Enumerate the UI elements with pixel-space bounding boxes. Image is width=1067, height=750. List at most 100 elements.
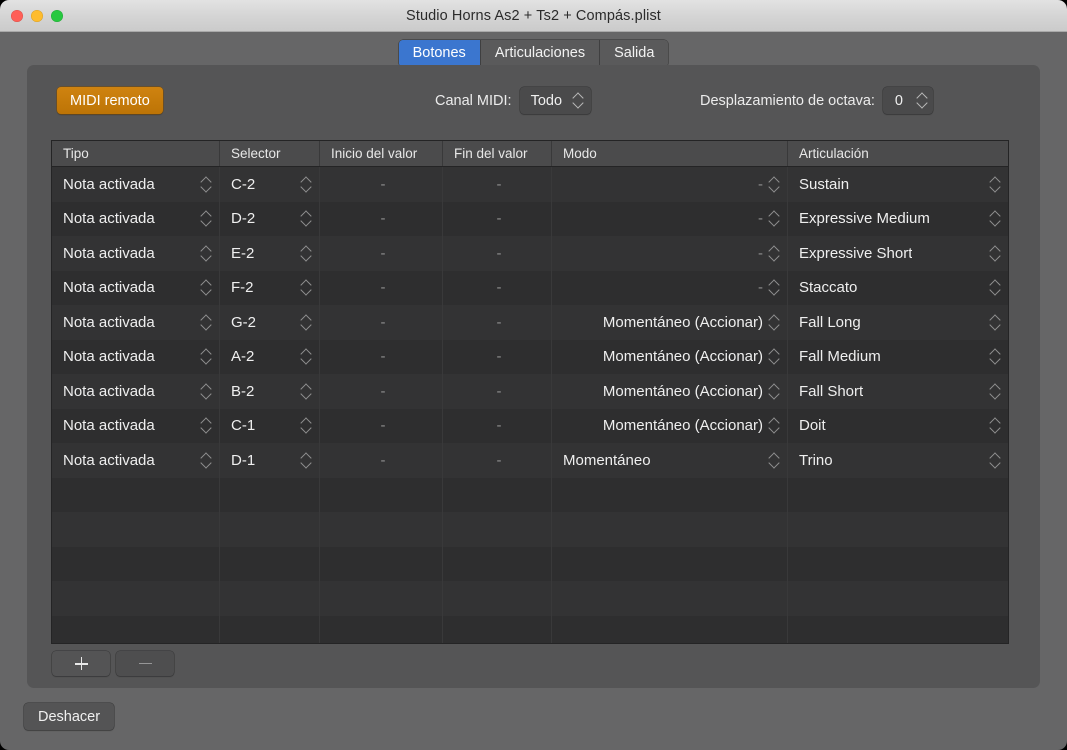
cell-inicio[interactable]: -: [320, 305, 443, 340]
midi-remote-button[interactable]: MIDI remoto: [57, 87, 163, 114]
chevron-updown-icon[interactable]: [990, 210, 1001, 227]
cell-fin[interactable]: -: [443, 305, 552, 340]
column-header-inicio-del-valor[interactable]: Inicio del valor: [320, 141, 443, 166]
cell-modo[interactable]: Momentáneo: [552, 443, 788, 478]
table-row[interactable]: Nota activada C-2 - - - Sustain: [52, 167, 1008, 202]
table-row[interactable]: Nota activada B-2 - - Momentáneo (Accionar) F…: [52, 374, 1008, 409]
chevron-updown-icon[interactable]: [769, 176, 780, 193]
chevron-updown-icon[interactable]: [990, 383, 1001, 400]
chevron-updown-icon[interactable]: [990, 279, 1001, 296]
cell-modo[interactable]: -: [552, 167, 788, 202]
cell-tipo[interactable]: Nota activada: [52, 408, 220, 443]
cell-inicio[interactable]: -: [320, 374, 443, 409]
chevron-updown-icon[interactable]: [301, 348, 312, 365]
column-header-articulacion[interactable]: Articulación: [788, 141, 1008, 166]
chevron-updown-icon[interactable]: [769, 452, 780, 469]
cell-fin[interactable]: -: [443, 443, 552, 478]
chevron-updown-icon[interactable]: [990, 176, 1001, 193]
chevron-updown-icon[interactable]: [201, 245, 212, 262]
cell-inicio[interactable]: -: [320, 236, 443, 271]
column-header-selector[interactable]: Selector: [220, 141, 320, 166]
column-header-tipo[interactable]: Tipo: [52, 141, 220, 166]
cell-tipo[interactable]: Nota activada: [52, 201, 220, 236]
table-row[interactable]: Nota activada F-2 - - - Staccato: [52, 270, 1008, 306]
cell-tipo[interactable]: Nota activada: [52, 305, 220, 340]
tab-articulaciones[interactable]: Articulaciones: [480, 39, 601, 67]
cell-articulacion[interactable]: Staccato: [788, 271, 1008, 306]
cell-articulacion[interactable]: Fall Medium: [788, 340, 1008, 375]
chevron-updown-icon[interactable]: [769, 210, 780, 227]
cell-selector[interactable]: F-2: [220, 270, 320, 305]
chevron-updown-icon[interactable]: [301, 279, 312, 296]
chevron-updown-icon[interactable]: [201, 452, 212, 469]
cell-fin[interactable]: -: [443, 270, 552, 305]
cell-modo[interactable]: -: [552, 270, 788, 305]
cell-tipo[interactable]: Nota activada: [52, 167, 220, 202]
cell-fin[interactable]: -: [443, 339, 552, 374]
midi-channel-select[interactable]: Todo: [519, 87, 592, 114]
close-button[interactable]: [11, 10, 23, 22]
chevron-updown-icon[interactable]: [769, 348, 780, 365]
cell-modo[interactable]: Momentáneo (Accionar): [552, 305, 788, 340]
cell-inicio[interactable]: -: [320, 201, 443, 236]
minimize-button[interactable]: [31, 10, 43, 22]
chevron-updown-icon[interactable]: [201, 279, 212, 296]
tab-salida[interactable]: Salida: [600, 39, 669, 67]
cell-tipo[interactable]: Nota activada: [52, 443, 220, 478]
cell-tipo[interactable]: Nota activada: [52, 236, 220, 271]
cell-fin[interactable]: -: [443, 236, 552, 271]
table-row[interactable]: Nota activada D-1 - - Momentáneo Trino: [52, 443, 1008, 478]
chevron-updown-icon[interactable]: [301, 210, 312, 227]
table-row-empty[interactable]: [52, 581, 1008, 616]
cell-articulacion[interactable]: Trino: [788, 443, 1008, 478]
chevron-updown-icon[interactable]: [301, 417, 312, 434]
chevron-updown-icon[interactable]: [201, 383, 212, 400]
column-header-modo[interactable]: Modo: [552, 141, 788, 166]
cell-tipo[interactable]: Nota activada: [52, 270, 220, 305]
cell-modo[interactable]: -: [552, 236, 788, 271]
cell-modo[interactable]: Momentáneo (Accionar): [552, 374, 788, 409]
cell-articulacion[interactable]: Fall Short: [788, 374, 1008, 409]
table-row-empty[interactable]: [52, 512, 1008, 547]
cell-articulacion[interactable]: Sustain: [788, 167, 1008, 202]
chevron-updown-icon[interactable]: [301, 314, 312, 331]
cell-inicio[interactable]: -: [320, 443, 443, 478]
cell-tipo[interactable]: Nota activada: [52, 374, 220, 409]
chevron-updown-icon[interactable]: [201, 348, 212, 365]
chevron-updown-icon[interactable]: [769, 417, 780, 434]
chevron-updown-icon[interactable]: [301, 383, 312, 400]
chevron-updown-icon[interactable]: [769, 383, 780, 400]
chevron-updown-icon[interactable]: [301, 452, 312, 469]
chevron-updown-icon[interactable]: [201, 176, 212, 193]
cell-articulacion[interactable]: Expressive Medium: [788, 202, 1008, 237]
table-row-empty[interactable]: [52, 546, 1008, 581]
chevron-updown-icon[interactable]: [301, 176, 312, 193]
cell-modo[interactable]: Momentáneo (Accionar): [552, 339, 788, 374]
cell-tipo[interactable]: Nota activada: [52, 339, 220, 374]
cell-inicio[interactable]: -: [320, 270, 443, 305]
tab-botones[interactable]: Botones: [398, 39, 481, 67]
cell-selector[interactable]: A-2: [220, 339, 320, 374]
cell-selector[interactable]: C-2: [220, 167, 320, 202]
table-row[interactable]: Nota activada C-1 - - Momentáneo (Accionar) D…: [52, 408, 1008, 443]
chevron-updown-icon[interactable]: [573, 92, 584, 109]
cell-fin[interactable]: -: [443, 201, 552, 236]
chevron-updown-icon[interactable]: [990, 348, 1001, 365]
zoom-button[interactable]: [51, 10, 63, 22]
chevron-updown-icon[interactable]: [990, 245, 1001, 262]
cell-inicio[interactable]: -: [320, 339, 443, 374]
cell-fin[interactable]: -: [443, 408, 552, 443]
chevron-updown-icon[interactable]: [917, 92, 928, 109]
remove-row-button[interactable]: [116, 651, 174, 676]
chevron-updown-icon[interactable]: [201, 210, 212, 227]
chevron-updown-icon[interactable]: [301, 245, 312, 262]
cell-selector[interactable]: D-2: [220, 201, 320, 236]
cell-selector[interactable]: D-1: [220, 443, 320, 478]
chevron-updown-icon[interactable]: [990, 417, 1001, 434]
cell-selector[interactable]: G-2: [220, 305, 320, 340]
cell-selector[interactable]: E-2: [220, 236, 320, 271]
cell-articulacion[interactable]: Fall Long: [788, 305, 1008, 340]
table-row-empty[interactable]: [52, 477, 1008, 512]
cell-fin[interactable]: -: [443, 374, 552, 409]
cell-inicio[interactable]: -: [320, 408, 443, 443]
